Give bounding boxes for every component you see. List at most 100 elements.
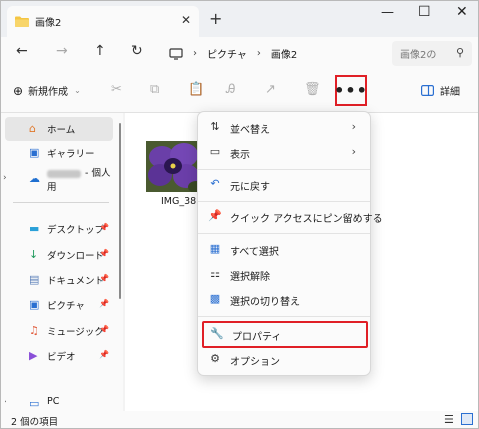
chevron-right-icon: › bbox=[351, 120, 356, 133]
sidebar-item-downloads[interactable]: ↓ ダウンロード 📌 bbox=[5, 243, 113, 267]
pin-icon[interactable]: 📌 bbox=[99, 223, 109, 232]
up-icon[interactable]: ↑ bbox=[94, 43, 106, 59]
details-button[interactable]: 詳細 bbox=[421, 83, 460, 98]
music-icon: ♫ bbox=[29, 324, 39, 337]
document-icon: ▤ bbox=[29, 273, 40, 286]
minimize-icon[interactable]: — bbox=[381, 5, 394, 20]
pin-icon[interactable]: 📌 bbox=[99, 350, 109, 359]
menu-item-label: オプション bbox=[230, 357, 280, 368]
sidebar-item-videos[interactable]: ▶ ビデオ 📌 bbox=[5, 344, 113, 368]
navigation-pane: ⌂ ホーム ▣ ギャラリー › ☁ - 個人用 ▬ デスクトップ 📌 ↓ ダウン… bbox=[1, 113, 123, 411]
more-options-button[interactable]: ••• bbox=[334, 75, 368, 106]
sort-icon: ⇅ bbox=[210, 120, 220, 133]
sidebar-item-home[interactable]: ⌂ ホーム bbox=[5, 117, 113, 141]
more-options-menu: ⇅ 並べ替え › ▭ 表示 › ↶ 元に戻す 📌 クイック アクセスにピン留めす… bbox=[197, 111, 383, 376]
new-tab-icon[interactable]: + bbox=[209, 9, 222, 28]
menu-separator bbox=[198, 316, 370, 317]
file-thumbnail[interactable] bbox=[146, 141, 202, 192]
explorer-window: 画像2 ✕ + — ☐ ✕ ← → ↑ ↻ › ピクチャ › 画像2 画像2の … bbox=[0, 0, 479, 429]
breadcrumb-pictures[interactable]: ピクチャ bbox=[207, 46, 247, 61]
sidebar-item-onedrive[interactable]: › ☁ - 個人用 bbox=[3, 167, 113, 193]
menu-item-invert-selection[interactable]: ▩ 選択の切り替え bbox=[202, 288, 368, 312]
new-button[interactable]: ⊕ 新規作成 ⌄ bbox=[13, 83, 81, 99]
maximize-icon[interactable]: ☐ bbox=[418, 4, 431, 20]
details-pane-icon bbox=[421, 85, 434, 96]
sidebar-item-gallery[interactable]: ▣ ギャラリー bbox=[5, 141, 113, 165]
menu-item-options[interactable]: ⚙ オプション bbox=[202, 348, 368, 372]
rename-icon[interactable]: Ꭿ bbox=[226, 82, 235, 97]
breadcrumb-pictures2[interactable]: 画像2 bbox=[271, 46, 297, 61]
search-input[interactable]: 画像2の ⚲ bbox=[392, 41, 472, 66]
close-window-icon[interactable]: ✕ bbox=[456, 4, 468, 20]
select-none-icon: ⚏ bbox=[210, 267, 220, 280]
chevron-right-icon[interactable]: › bbox=[5, 397, 7, 407]
more-icon: ••• bbox=[334, 81, 368, 100]
pin-icon: 📌 bbox=[208, 209, 222, 222]
pansy-flower-image bbox=[146, 141, 202, 192]
item-count: 2 個の項目 bbox=[11, 417, 59, 428]
sidebar-item-label: PC bbox=[47, 397, 60, 407]
sidebar-item-label: ピクチャ bbox=[47, 301, 85, 312]
pin-icon[interactable]: 📌 bbox=[99, 249, 109, 258]
tab-pictures2[interactable]: 画像2 ✕ bbox=[7, 6, 199, 37]
forward-icon[interactable]: → bbox=[56, 43, 68, 59]
details-label: 詳細 bbox=[440, 87, 460, 98]
monitor-icon bbox=[169, 47, 183, 60]
sidebar-item-label: ビデオ bbox=[47, 352, 76, 363]
title-bar: 画像2 ✕ + — ☐ ✕ bbox=[1, 1, 478, 37]
menu-item-select-none[interactable]: ⚏ 選択解除 bbox=[202, 263, 368, 287]
menu-separator bbox=[198, 169, 370, 170]
home-icon: ⌂ bbox=[29, 122, 36, 135]
menu-item-label: 選択の切り替え bbox=[230, 297, 300, 308]
undo-icon: ↶ bbox=[210, 177, 220, 190]
sidebar-item-label: デスクトップ bbox=[47, 225, 105, 236]
gear-icon: ⚙ bbox=[210, 352, 220, 365]
video-icon: ▶ bbox=[29, 349, 38, 362]
menu-item-view[interactable]: ▭ 表示 › bbox=[202, 141, 368, 165]
share-icon[interactable]: ↗ bbox=[265, 82, 276, 97]
menu-item-label: 表示 bbox=[230, 150, 250, 161]
tab-title: 画像2 bbox=[35, 18, 62, 29]
sidebar-scrollbar[interactable] bbox=[119, 123, 121, 299]
plus-circle-icon: ⊕ bbox=[13, 83, 24, 98]
chevron-right-icon[interactable]: › bbox=[3, 173, 7, 183]
menu-item-select-all[interactable]: ▦ すべて選択 bbox=[202, 238, 368, 262]
menu-item-pin-quick-access[interactable]: 📌 クイック アクセスにピン留めする bbox=[202, 205, 383, 229]
cloud-icon: ☁ bbox=[29, 172, 40, 185]
sidebar-item-music[interactable]: ♫ ミュージック 📌 bbox=[5, 319, 113, 343]
address-bar[interactable]: › ピクチャ › 画像2 bbox=[163, 41, 383, 66]
sidebar-item-desktop[interactable]: ▬ デスクトップ 📌 bbox=[5, 217, 113, 241]
menu-separator bbox=[198, 201, 370, 202]
invert-selection-icon: ▩ bbox=[209, 292, 221, 305]
pin-icon[interactable]: 📌 bbox=[99, 274, 109, 283]
download-icon: ↓ bbox=[29, 248, 39, 261]
view-icon: ▭ bbox=[209, 145, 221, 158]
sidebar-item-label: ダウンロード bbox=[47, 251, 105, 262]
pc-icon: ▭ bbox=[29, 397, 40, 410]
gallery-icon: ▣ bbox=[29, 146, 40, 159]
status-bar: 2 個の項目 ☰ bbox=[1, 411, 478, 428]
menu-item-undo[interactable]: ↶ 元に戻す bbox=[202, 173, 368, 197]
copy-icon[interactable]: ⧉ bbox=[150, 82, 159, 97]
menu-item-properties[interactable]: 🔧 プロパティ bbox=[202, 321, 368, 348]
sidebar-item-label: ホーム bbox=[47, 125, 76, 136]
pin-icon[interactable]: 📌 bbox=[99, 299, 109, 308]
back-icon[interactable]: ← bbox=[16, 43, 28, 59]
sidebar-item-label: ギャラリー bbox=[47, 149, 95, 160]
menu-item-sort[interactable]: ⇅ 並べ替え › bbox=[202, 116, 368, 140]
cut-icon[interactable]: ✂ bbox=[111, 82, 122, 97]
chevron-right-icon: › bbox=[193, 48, 197, 59]
pin-icon[interactable]: 📌 bbox=[99, 325, 109, 334]
sidebar-item-label: ドキュメント bbox=[47, 276, 105, 287]
delete-icon[interactable]: 🗑 bbox=[304, 82, 321, 97]
sidebar-item-documents[interactable]: ▤ ドキュメント 📌 bbox=[5, 268, 113, 292]
sidebar-item-pictures[interactable]: ▣ ピクチャ 📌 bbox=[5, 293, 113, 317]
thumbnail-view-icon[interactable] bbox=[461, 413, 473, 425]
sidebar-item-pc[interactable]: › ▭ PC bbox=[5, 397, 113, 411]
refresh-icon[interactable]: ↻ bbox=[131, 43, 143, 59]
close-tab-icon[interactable]: ✕ bbox=[181, 13, 191, 27]
paste-icon[interactable]: 📋 bbox=[188, 82, 204, 97]
desktop-icon: ▬ bbox=[29, 222, 40, 235]
details-view-icon[interactable]: ☰ bbox=[444, 413, 456, 426]
chevron-right-icon: › bbox=[256, 48, 261, 59]
